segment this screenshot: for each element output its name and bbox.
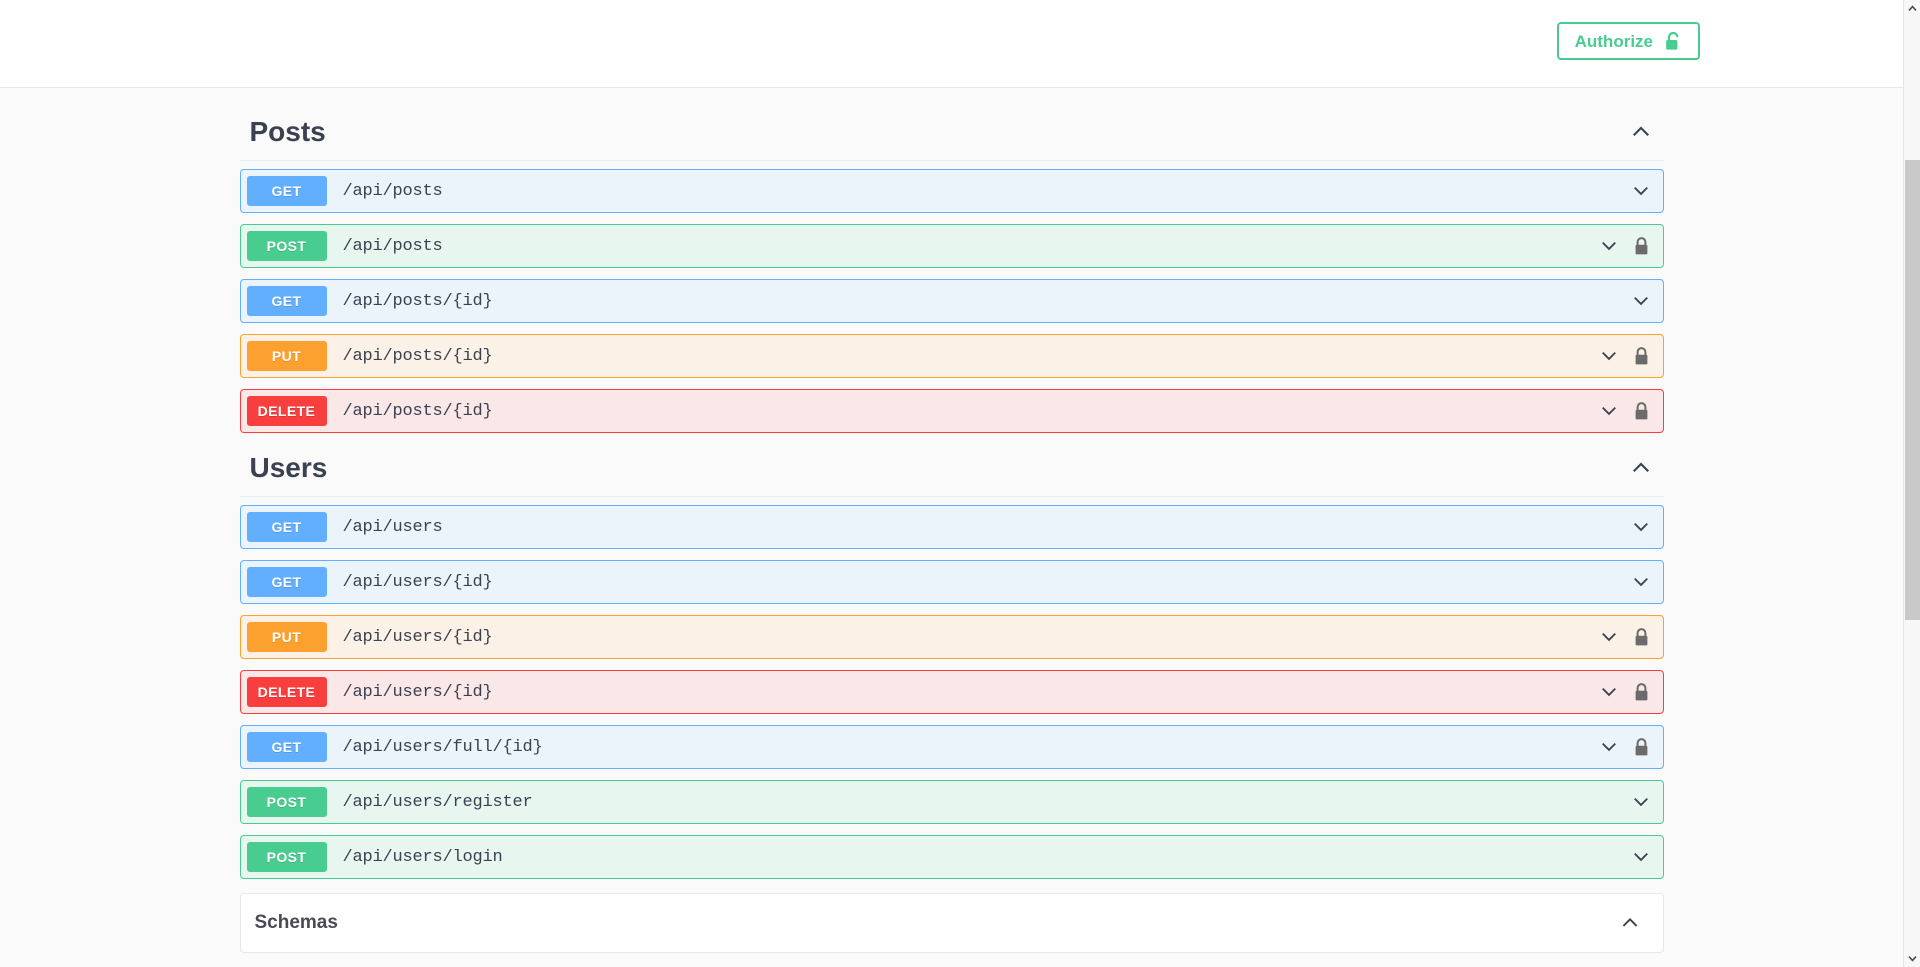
operation-row-controls bbox=[1631, 181, 1663, 201]
schemas-title: Schemas bbox=[254, 912, 338, 933]
operation-row-controls bbox=[1631, 847, 1663, 867]
operations-list-posts: GET/api/posts POST/api/posts GET/api/posts… bbox=[239, 161, 1664, 433]
operation-path: /api/users/register bbox=[342, 792, 533, 812]
http-method-badge: GET bbox=[246, 286, 327, 316]
operation-path: /api/users/full/{id} bbox=[342, 737, 543, 757]
lock-icon[interactable] bbox=[1633, 346, 1651, 366]
scrollbar-thumb[interactable] bbox=[1905, 160, 1920, 620]
lock-icon[interactable] bbox=[1633, 236, 1651, 256]
chevron-down-icon[interactable] bbox=[1631, 181, 1651, 201]
tag-title: Users bbox=[249, 452, 328, 483]
http-method-badge: PUT bbox=[246, 622, 327, 652]
schemas-section: Schemas bbox=[239, 893, 1664, 953]
operation-path: /api/users bbox=[342, 517, 443, 537]
schemas-header[interactable]: Schemas bbox=[241, 894, 1663, 952]
operation-row[interactable]: POST/api/posts bbox=[239, 224, 1664, 268]
operation-row[interactable]: POST/api/users/register bbox=[239, 780, 1664, 824]
operation-row-controls bbox=[1631, 572, 1663, 592]
operation-path: /api/posts bbox=[342, 181, 443, 201]
operation-path: /api/users/{id} bbox=[342, 627, 493, 647]
tag-header-users[interactable]: Users bbox=[239, 444, 1664, 497]
chevron-down-icon[interactable] bbox=[1599, 346, 1619, 366]
operation-row[interactable]: PUT/api/users/{id} bbox=[239, 615, 1664, 659]
chevron-up-icon[interactable] bbox=[1628, 119, 1654, 145]
operation-row-controls bbox=[1599, 627, 1663, 647]
chevron-up-icon[interactable] bbox=[1628, 455, 1654, 481]
lock-icon[interactable] bbox=[1633, 627, 1651, 647]
operation-row[interactable]: GET/api/posts/{id} bbox=[239, 279, 1664, 323]
operation-path: /api/posts bbox=[342, 236, 443, 256]
authorize-wrapper: Authorize bbox=[1556, 22, 1700, 60]
chevron-down-icon[interactable] bbox=[1631, 291, 1651, 311]
operation-row-controls bbox=[1599, 401, 1663, 421]
http-method-badge: DELETE bbox=[246, 677, 327, 707]
lock-icon[interactable] bbox=[1633, 682, 1651, 702]
tag-section-posts: Posts GET/api/posts POST/api/posts GET/api… bbox=[0, 108, 1903, 433]
operation-row-controls bbox=[1599, 682, 1663, 702]
operation-path: /api/users/{id} bbox=[342, 572, 493, 592]
vertical-scrollbar[interactable] bbox=[1903, 0, 1920, 967]
browser-viewport: Authorize Posts GET /api/posts POST /api… bbox=[0, 0, 1920, 967]
operations-content: Posts GET/api/posts POST/api/posts GET/api… bbox=[0, 88, 1903, 953]
operation-row[interactable]: GET/api/users/{id} bbox=[239, 560, 1664, 604]
tag-header-posts[interactable]: Posts bbox=[239, 108, 1664, 161]
operation-row[interactable]: DELETE/api/users/{id} bbox=[239, 670, 1664, 714]
operation-row-controls bbox=[1599, 346, 1663, 366]
operation-path: /api/posts/{id} bbox=[342, 346, 493, 366]
lock-icon[interactable] bbox=[1633, 737, 1651, 757]
operation-row-controls bbox=[1631, 517, 1663, 537]
operation-row-controls bbox=[1599, 236, 1663, 256]
chevron-down-icon[interactable] bbox=[1599, 401, 1619, 421]
http-method-badge: PUT bbox=[246, 341, 327, 371]
chevron-down-icon[interactable] bbox=[1631, 517, 1651, 537]
chevron-down-icon[interactable] bbox=[1631, 847, 1651, 867]
http-method-badge: GET bbox=[246, 512, 327, 542]
chevron-down-icon[interactable] bbox=[1631, 792, 1651, 812]
unlock-icon bbox=[1665, 31, 1682, 51]
http-method-badge: POST bbox=[246, 231, 327, 261]
tag-section-users: Users GET/api/users GET/api/users/{id} PUT… bbox=[0, 444, 1903, 879]
scroll-up-arrow-icon[interactable] bbox=[1904, 0, 1920, 17]
operation-path: /api/posts/{id} bbox=[342, 291, 493, 311]
chevron-down-icon[interactable] bbox=[1599, 682, 1619, 702]
authorize-button[interactable]: Authorize bbox=[1556, 22, 1700, 60]
scroll-down-arrow-icon[interactable] bbox=[1904, 950, 1920, 967]
tag-title: Posts bbox=[249, 116, 326, 147]
operation-row[interactable]: POST/api/users/login bbox=[239, 835, 1664, 879]
http-method-badge: POST bbox=[246, 842, 327, 872]
operation-path: /api/posts/{id} bbox=[342, 401, 493, 421]
operation-row[interactable]: PUT/api/posts/{id} bbox=[239, 334, 1664, 378]
http-method-badge: GET bbox=[246, 732, 327, 762]
chevron-down-icon[interactable] bbox=[1599, 627, 1619, 647]
operations-list-users: GET/api/users GET/api/users/{id} PUT/api/u… bbox=[239, 497, 1664, 879]
http-method-badge: GET bbox=[246, 176, 327, 206]
chevron-down-icon[interactable] bbox=[1599, 737, 1619, 757]
topbar: Authorize bbox=[0, 0, 1903, 88]
operation-row[interactable]: GET/api/posts bbox=[239, 169, 1664, 213]
authorize-button-label: Authorize bbox=[1574, 31, 1653, 51]
operation-path: /api/users/{id} bbox=[342, 682, 493, 702]
http-method-badge: DELETE bbox=[246, 396, 327, 426]
operation-row[interactable]: DELETE/api/posts/{id} bbox=[239, 389, 1664, 433]
operation-path: /api/users/login bbox=[342, 847, 503, 867]
operation-row-controls bbox=[1599, 737, 1663, 757]
http-method-badge: POST bbox=[246, 787, 327, 817]
lock-icon[interactable] bbox=[1633, 401, 1651, 421]
operation-row[interactable]: GET/api/users/full/{id} bbox=[239, 725, 1664, 769]
chevron-up-icon[interactable] bbox=[1617, 910, 1643, 936]
chevron-down-icon[interactable] bbox=[1631, 572, 1651, 592]
swagger-ui-page: Authorize Posts GET /api/posts POST /api… bbox=[0, 0, 1903, 967]
http-method-badge: GET bbox=[246, 567, 327, 597]
operation-row-controls bbox=[1631, 291, 1663, 311]
chevron-down-icon[interactable] bbox=[1599, 236, 1619, 256]
operation-row[interactable]: GET/api/users bbox=[239, 505, 1664, 549]
operation-row-controls bbox=[1631, 792, 1663, 812]
